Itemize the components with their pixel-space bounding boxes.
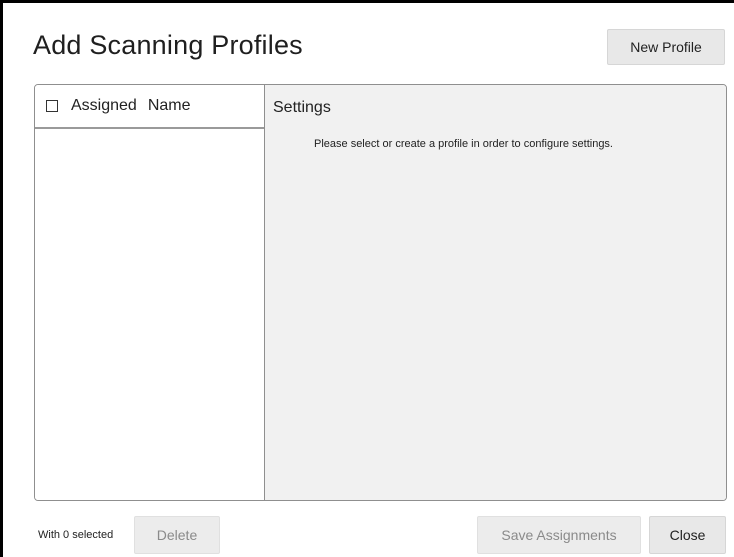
settings-placeholder-message: Please select or create a profile in ord… [314,138,613,150]
settings-pane: Settings Please select or create a profi… [265,85,726,500]
settings-title: Settings [273,99,331,116]
profile-list-header: Assigned Name [35,85,264,129]
close-button[interactable]: Close [649,516,726,554]
column-header-name[interactable]: Name [148,97,191,115]
profiles-panel: Assigned Name Settings Please select or … [34,84,727,501]
selection-status: With 0 selected [38,529,114,541]
save-assignments-button[interactable]: Save Assignments [477,516,641,554]
add-scanning-profiles-dialog: Add Scanning Profiles New Profile Assign… [0,0,734,557]
dialog-title: Add Scanning Profiles [33,30,303,60]
profile-list[interactable]: Assigned Name [35,85,265,500]
select-all-checkbox[interactable] [46,100,58,112]
new-profile-button[interactable]: New Profile [607,29,725,65]
delete-button[interactable]: Delete [134,516,220,554]
column-header-assigned[interactable]: Assigned [71,97,137,115]
